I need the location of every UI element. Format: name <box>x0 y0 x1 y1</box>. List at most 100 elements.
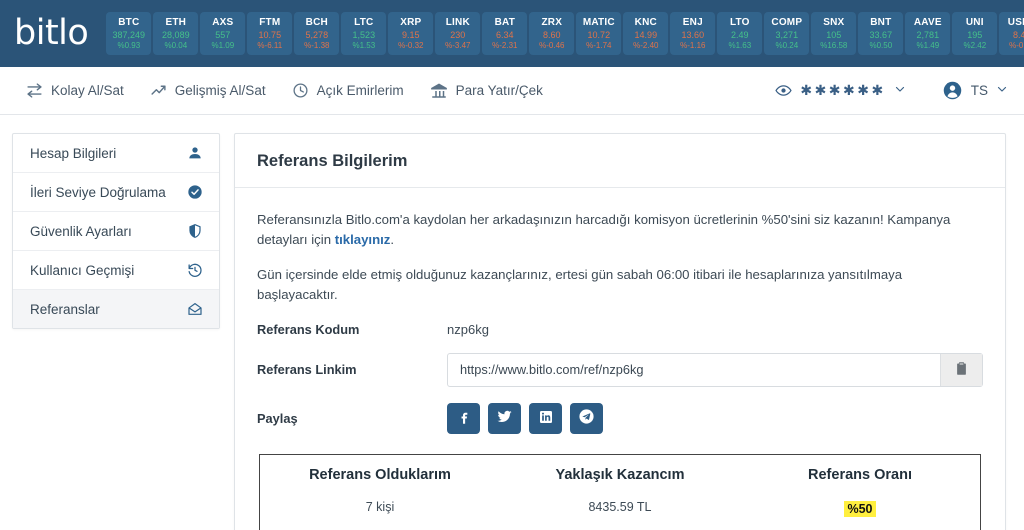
ticker-usdt[interactable]: USDT8.42%-0.70 <box>999 12 1024 55</box>
sidebar-item-referanslar[interactable]: Referanslar <box>13 290 219 328</box>
linkedin-share-button[interactable] <box>529 402 562 434</box>
earnings-note: Gün içersinde elde etmiş olduğunuz kazan… <box>257 266 903 303</box>
ticker-change: %-2.31 <box>492 40 518 50</box>
referral-link-input[interactable] <box>448 353 940 386</box>
share-label: Paylaş <box>257 410 298 426</box>
user-initials: TS <box>970 83 988 98</box>
ticker-change: %2.42 <box>963 40 987 50</box>
ticker-lto[interactable]: LTO 2.49 %1.63 <box>717 12 763 55</box>
nav-item-label: Kolay Al/Sat <box>51 83 124 98</box>
nav-links: Kolay Al/Sat Gelişmiş Al/Sat Açık Emirle… <box>26 82 543 100</box>
ticker-change: %1.63 <box>728 40 752 50</box>
nav-item-para-yatir-cek[interactable]: Para Yatır/Çek <box>430 82 543 100</box>
ticker-symbol: USDT <box>1007 17 1024 29</box>
copy-link-button[interactable] <box>940 353 982 386</box>
ticker-price: 10.75 <box>258 29 282 40</box>
person-icon <box>187 145 203 161</box>
person-icon <box>942 80 963 101</box>
stat-header: Referans Oranı <box>808 466 912 483</box>
stat-header: Yaklaşık Kazancım <box>555 466 685 483</box>
sidebar-item-hesap-bilgileri[interactable]: Hesap Bilgileri <box>13 134 219 173</box>
card-header: Referans Bilgilerim <box>235 134 1005 188</box>
facebook-share-button[interactable] <box>447 402 480 434</box>
ticker-price: 10.72 <box>587 29 611 40</box>
nav-item-gelismis-al-sat[interactable]: Gelişmiş Al/Sat <box>150 82 266 99</box>
ticker-snx[interactable]: SNX 105 %16.58 <box>811 12 857 55</box>
ticker-link[interactable]: LINK 230 %-3.47 <box>435 12 481 55</box>
ticker-bnt[interactable]: BNT 33.67 %0.50 <box>858 12 904 55</box>
referral-description: Referansınızla Bitlo.com'a kaydolan her … <box>257 210 983 251</box>
ticker-change: %1.49 <box>916 40 940 50</box>
ticker-price: 230 <box>450 29 466 40</box>
ticker-symbol: BAT <box>494 17 516 29</box>
ticker-price: 6.34 <box>496 29 514 40</box>
exchange-arrows-icon <box>26 82 43 99</box>
ticker-change: %-3.47 <box>445 40 471 50</box>
ticker-price: 8.42 <box>1013 29 1024 40</box>
chevron-down-icon[interactable] <box>996 83 1008 98</box>
sidebar-item-ileri-seviye-dogrulama[interactable]: İleri Seviye Doğrulama <box>13 173 219 212</box>
referral-code-row: Referans Kodum nzp6kg <box>257 322 983 337</box>
sidebar-item-guvenlik-ayarlari[interactable]: Güvenlik Ayarları <box>13 212 219 251</box>
telegram-icon <box>578 408 595 428</box>
account-sidebar: Hesap Bilgileri İleri Seviye Doğrulama G… <box>12 133 220 329</box>
ticker-enj[interactable]: ENJ 13.60 %-1.16 <box>670 12 716 55</box>
share-buttons <box>447 402 603 434</box>
nav-item-kolay-al-sat[interactable]: Kolay Al/Sat <box>26 82 124 99</box>
linkedin-icon <box>538 409 554 428</box>
ticker-ftm[interactable]: FTM 10.75 %-6.11 <box>247 12 293 55</box>
ticker-uni[interactable]: UNI 195 %2.42 <box>952 12 998 55</box>
ticker-ltc[interactable]: LTC 1,523 %1.53 <box>341 12 387 55</box>
ticker-bch[interactable]: BCH 5,278 %-1.38 <box>294 12 340 55</box>
ticker-price: 195 <box>967 29 983 40</box>
telegram-share-button[interactable] <box>570 402 603 434</box>
ticker-symbol: BNT <box>870 17 892 29</box>
sidebar-item-label: Referanslar <box>30 301 100 317</box>
ticker-axs[interactable]: AXS 557 %1.09 <box>200 12 246 55</box>
trend-line-icon <box>150 82 167 99</box>
ticker-btc[interactable]: BTC 387,249 %0.93 <box>106 12 152 55</box>
user-menu[interactable]: TS <box>942 80 1008 101</box>
ticker-change: %0.50 <box>869 40 893 50</box>
ticker-xrp[interactable]: XRP 9.15 %-0.32 <box>388 12 434 55</box>
page-title: Referans Bilgilerim <box>257 152 408 170</box>
ticker-aave[interactable]: AAVE 2,781 %1.49 <box>905 12 951 55</box>
referral-rate-badge: %50 <box>844 500 876 517</box>
ticker-eth[interactable]: ETH 28,089 %0.04 <box>153 12 199 55</box>
ticker-list: BTC 387,249 %0.93 ETH 28,089 %0.04 AXS 557 %1.09… <box>106 12 1024 55</box>
ticker-symbol: FTM <box>259 17 281 29</box>
ticker-symbol: AAVE <box>913 17 942 29</box>
ticker-comp[interactable]: COMP 3,271 %0.24 <box>764 12 810 55</box>
campaign-details-link[interactable]: tıklayınız <box>335 232 391 247</box>
eye-icon[interactable] <box>775 82 793 99</box>
brand-logo[interactable]: bitlo <box>14 16 89 51</box>
bank-icon <box>430 82 448 100</box>
nav-item-acik-emirlerim[interactable]: Açık Emirlerim <box>292 82 404 99</box>
ticker-price: 8.60 <box>543 29 561 40</box>
ticker-change: %-1.74 <box>586 40 612 50</box>
ticker-price: 13.60 <box>681 29 705 40</box>
balance-display[interactable]: ✱✱✱✱✱✱ <box>775 82 905 99</box>
referral-stats-table: Referans Olduklarım 7 kişi Yaklaşık Kaza… <box>259 453 981 530</box>
ticker-symbol: UNI <box>965 17 984 29</box>
ticker-zrx[interactable]: ZRX 8.60 %-0.46 <box>529 12 575 55</box>
ticker-price: 557 <box>215 29 231 40</box>
referral-link-field <box>447 352 983 387</box>
ticker-matic[interactable]: MATIC 10.72 %-1.74 <box>576 12 622 55</box>
chevron-down-icon[interactable] <box>894 83 906 98</box>
ticker-symbol: MATIC <box>582 17 615 29</box>
facebook-icon <box>456 409 472 428</box>
ticker-change: %0.93 <box>117 40 141 50</box>
ticker-symbol: LTO <box>729 17 750 29</box>
nav-item-label: Açık Emirlerim <box>316 83 404 98</box>
check-badge-icon <box>187 184 203 200</box>
ticker-knc[interactable]: KNC 14.99 %-2.40 <box>623 12 669 55</box>
history-icon <box>187 262 203 278</box>
ticker-bat[interactable]: BAT 6.34 %-2.31 <box>482 12 528 55</box>
ticker-change: %-0.70 <box>1009 40 1024 50</box>
nav-item-label: Para Yatır/Çek <box>455 83 543 98</box>
referral-code-value: nzp6kg <box>447 321 489 337</box>
stat-header: Referans Olduklarım <box>309 466 451 483</box>
sidebar-item-kullanici-gecmisi[interactable]: Kullanıcı Geçmişi <box>13 251 219 290</box>
twitter-share-button[interactable] <box>488 402 521 434</box>
